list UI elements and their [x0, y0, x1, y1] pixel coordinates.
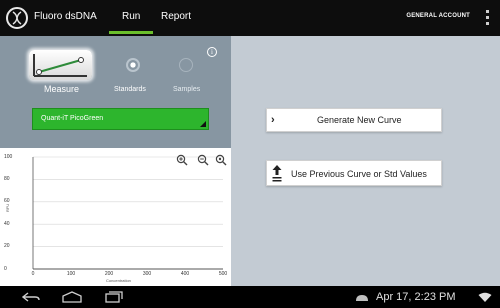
x-tick-label: 200	[104, 271, 114, 277]
chevron-right-icon: ›	[271, 114, 275, 126]
measure-label: Measure	[44, 84, 80, 94]
x-tick-label: 300	[142, 271, 152, 277]
standards-radio[interactable]	[126, 58, 140, 72]
active-tab-indicator	[109, 31, 153, 34]
zoom-reset-icon[interactable]	[215, 154, 227, 166]
dropdown-corner-icon	[200, 121, 206, 127]
x-tick-label: 0	[31, 271, 35, 277]
home-icon[interactable]	[62, 291, 82, 303]
dna-logo-icon	[6, 7, 28, 29]
samples-label: Samples	[173, 86, 201, 93]
tab-report[interactable]: Report	[161, 11, 191, 22]
x-tick-label: 500	[218, 271, 228, 277]
zoom-out-icon[interactable]	[197, 154, 209, 166]
info-icon[interactable]: i	[207, 47, 217, 57]
curve-graph-icon	[33, 54, 87, 77]
y-tick-label: 40	[4, 220, 10, 227]
zoom-in-icon[interactable]	[176, 154, 188, 166]
y-tick-label: 20	[4, 243, 10, 250]
status-datetime: Apr 17, 2:23 PM	[376, 291, 456, 303]
x-tick-label: 100	[66, 271, 76, 277]
y-tick-label: 0	[4, 265, 7, 272]
account-button[interactable]: GENERAL ACCOUNT	[406, 13, 470, 19]
x-tick-label: 400	[180, 271, 190, 277]
dye-select-value: Quant-iT PicoGreen	[41, 115, 104, 122]
measure-mode-button[interactable]	[29, 50, 92, 80]
overflow-menu-icon[interactable]	[486, 10, 489, 25]
y-tick-label: 100	[4, 153, 13, 160]
upload-arrow-icon	[272, 165, 282, 182]
use-previous-curve-button[interactable]: Use Previous Curve or Std Values	[266, 160, 442, 186]
dye-select[interactable]: Quant-iT PicoGreen	[32, 108, 209, 130]
generate-new-curve-button[interactable]: › Generate New Curve	[266, 108, 442, 132]
standards-label: Standards	[114, 86, 146, 93]
wifi-icon	[478, 292, 492, 302]
y-tick-label: 80	[4, 175, 10, 182]
samples-radio[interactable]	[179, 58, 193, 72]
use-previous-curve-label: Use Previous Curve or Std Values	[291, 169, 427, 179]
generate-new-curve-label: Generate New Curve	[317, 115, 402, 125]
app-title: Fluoro dsDNA	[34, 11, 97, 22]
standard-curve-chart	[32, 156, 223, 270]
recent-apps-icon[interactable]	[105, 291, 123, 303]
x-axis-label: Concentration	[106, 278, 131, 283]
back-icon[interactable]	[22, 292, 40, 303]
tab-run[interactable]: Run	[122, 11, 140, 22]
android-notification-icon	[356, 295, 368, 301]
y-axis-label: RFU	[5, 203, 10, 212]
